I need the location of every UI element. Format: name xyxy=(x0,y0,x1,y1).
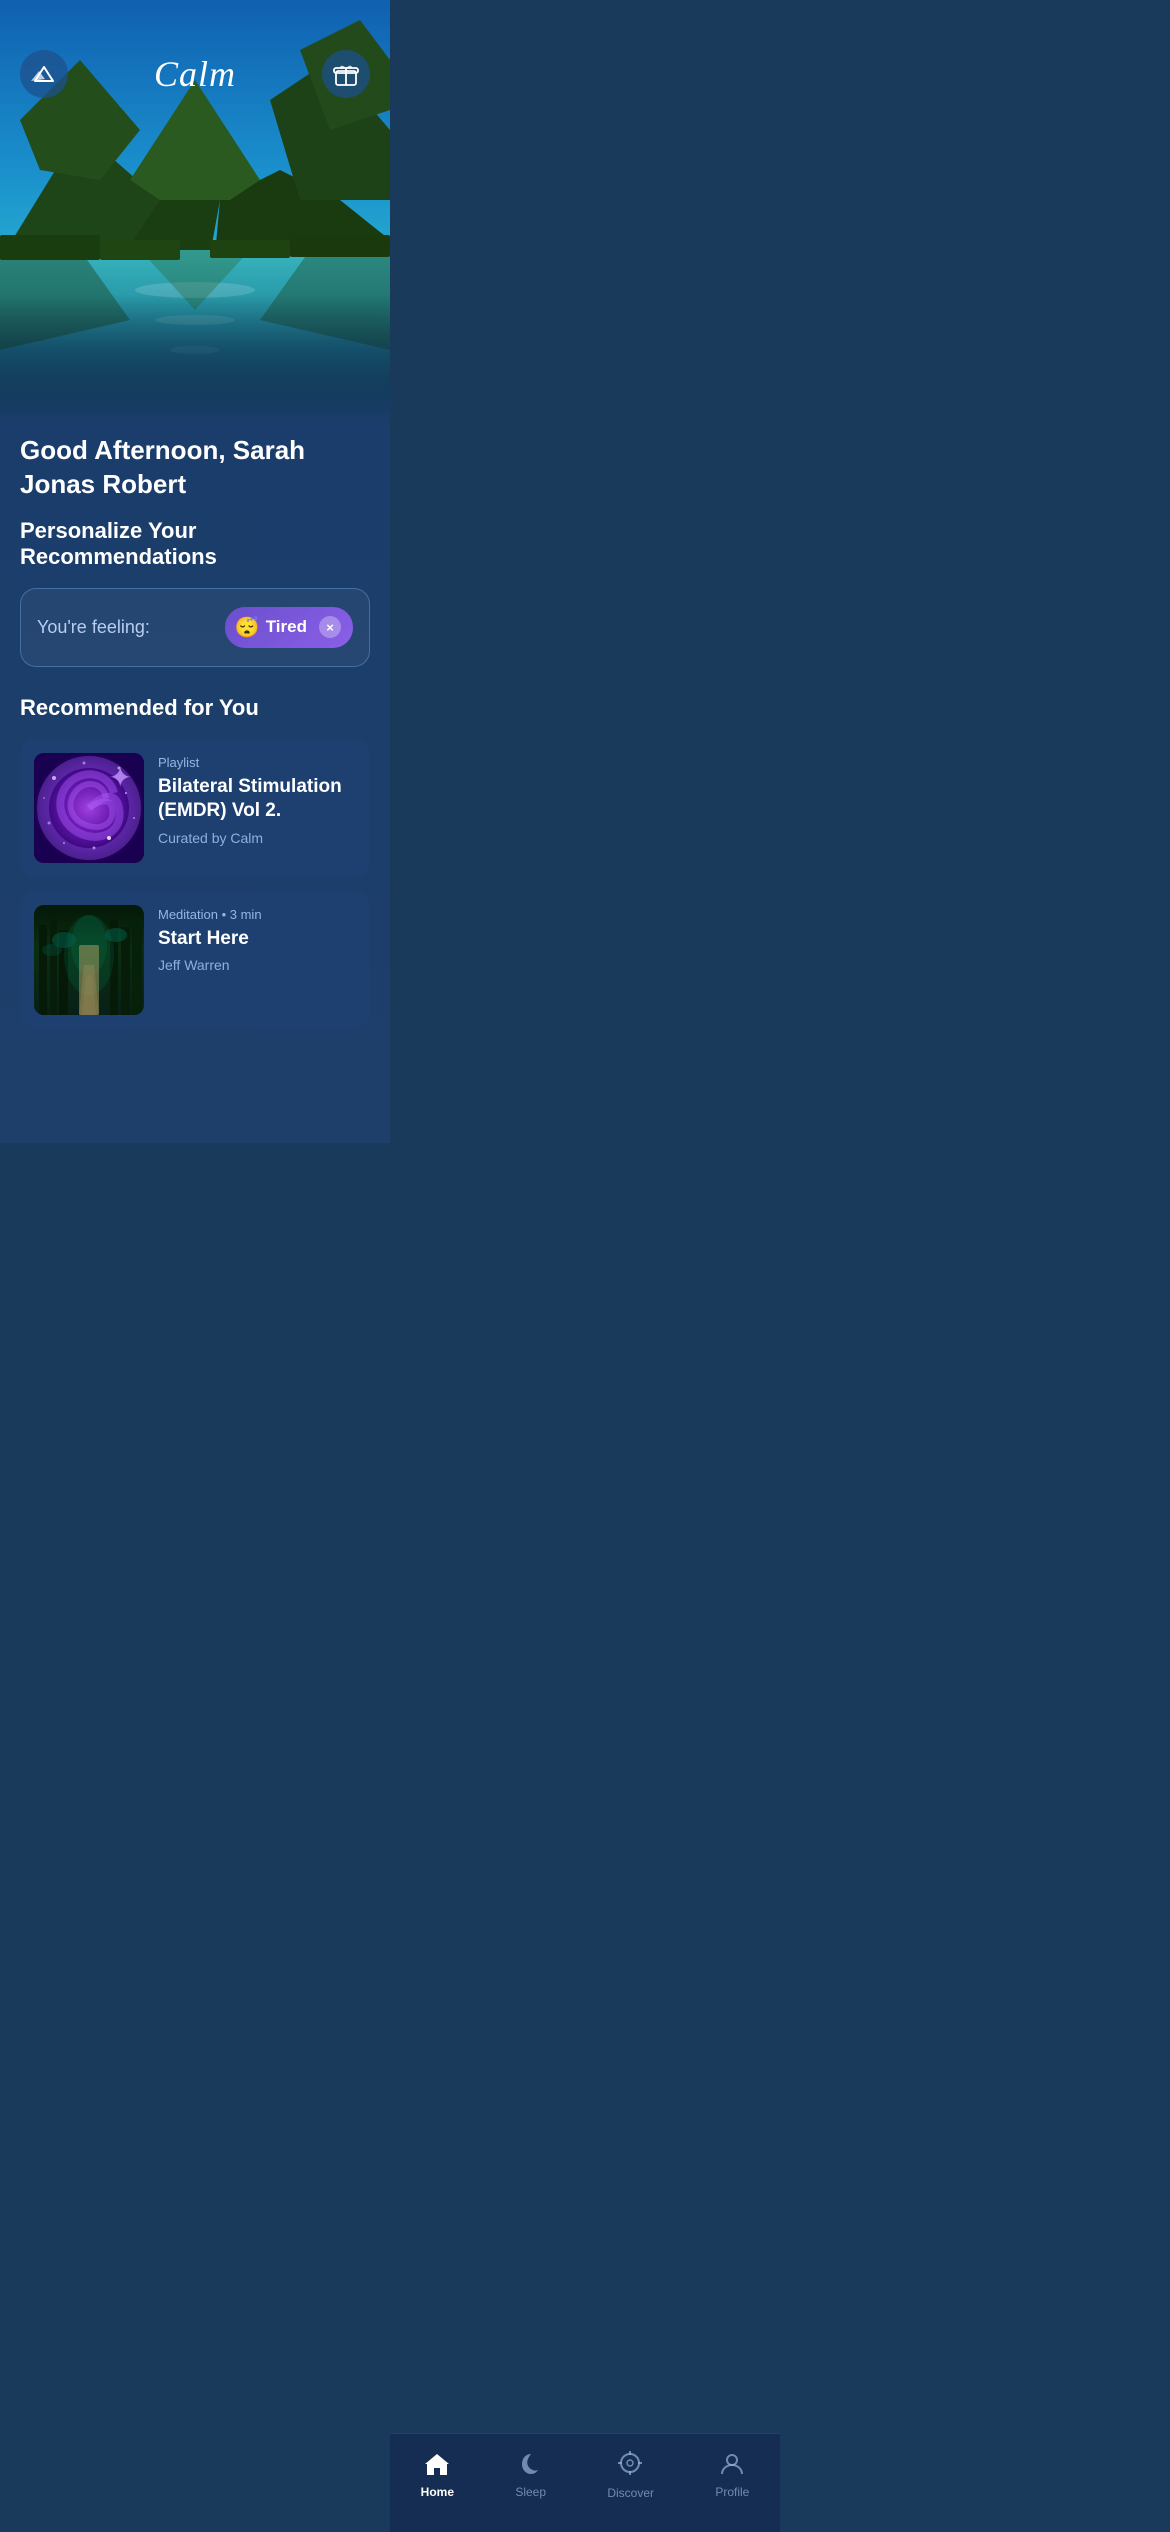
card-1-subtitle: Curated by Calm xyxy=(158,830,356,846)
personalize-title: Personalize Your Recommendations xyxy=(20,518,370,570)
recommendation-card-2[interactable]: Meditation • 3 min Start Here Jeff Warre… xyxy=(20,891,370,1029)
nav-home-label: Home xyxy=(421,2485,454,2499)
feeling-emoji: 😴 xyxy=(235,615,260,640)
card-2-type: Meditation • 3 min xyxy=(158,907,356,922)
nav-home[interactable]: Home xyxy=(405,2447,470,2503)
feeling-selector[interactable]: You're feeling: 😴 Tired × xyxy=(20,588,370,667)
header: Calm xyxy=(0,0,390,108)
feeling-close-button[interactable]: × xyxy=(319,616,341,638)
card-1-thumbnail xyxy=(34,753,144,863)
hero-image: Calm xyxy=(0,0,390,420)
card-1-title: Bilateral Stimulation (EMDR) Vol 2. xyxy=(158,775,356,824)
nav-profile-label: Profile xyxy=(715,2485,749,2499)
nav-discover-label: Discover xyxy=(607,2486,654,2500)
card-2-subtitle: Jeff Warren xyxy=(158,957,356,973)
profile-icon xyxy=(719,2451,745,2481)
app-logo: Calm xyxy=(154,53,236,95)
gift-button[interactable] xyxy=(322,50,370,98)
card-2-info: Meditation • 3 min Start Here Jeff Warre… xyxy=(158,905,356,974)
home-icon xyxy=(423,2451,451,2481)
nav-sleep[interactable]: Sleep xyxy=(499,2447,562,2503)
recommendation-card-1[interactable]: Playlist Bilateral Stimulation (EMDR) Vo… xyxy=(20,739,370,877)
card-1-type: Playlist xyxy=(158,755,356,770)
main-content: Good Afternoon, Sarah Jonas Robert Perso… xyxy=(0,410,390,1143)
nav-profile[interactable]: Profile xyxy=(699,2447,765,2503)
greeting-text: Good Afternoon, Sarah Jonas Robert xyxy=(20,434,370,502)
feeling-label: You're feeling: xyxy=(37,617,150,638)
card-2-thumbnail xyxy=(34,905,144,1015)
landscape-button[interactable] xyxy=(20,50,68,98)
nav-sleep-label: Sleep xyxy=(515,2485,546,2499)
feeling-value: Tired xyxy=(266,617,307,637)
card-2-title: Start Here xyxy=(158,927,356,952)
feeling-badge[interactable]: 😴 Tired × xyxy=(225,607,353,648)
recommended-title: Recommended for You xyxy=(20,695,370,721)
discover-icon xyxy=(617,2450,645,2482)
bottom-navigation: Home Sleep Discover xyxy=(390,2433,780,2532)
sleep-icon xyxy=(518,2451,544,2481)
nav-discover[interactable]: Discover xyxy=(591,2446,670,2504)
card-1-info: Playlist Bilateral Stimulation (EMDR) Vo… xyxy=(158,753,356,846)
